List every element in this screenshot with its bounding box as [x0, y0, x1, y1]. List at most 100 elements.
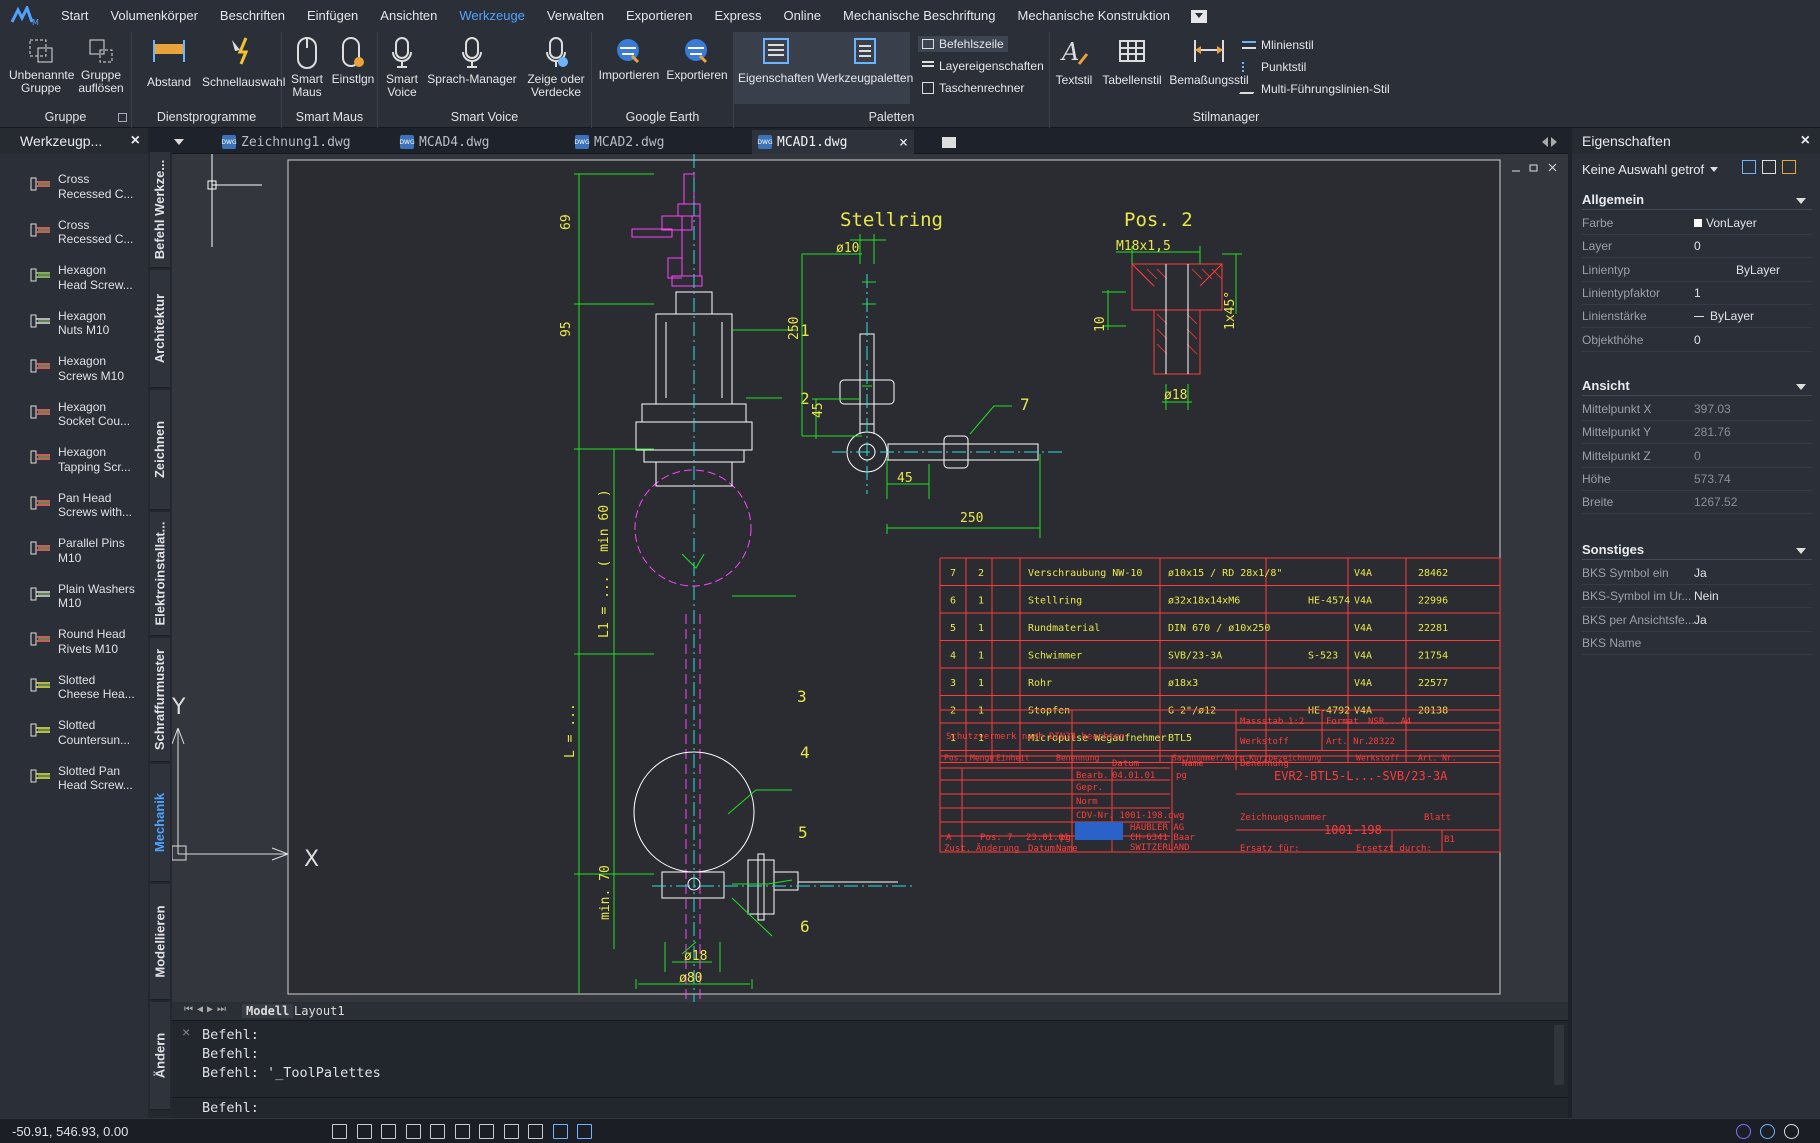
tab-layout1[interactable]: Layout1 [294, 1004, 345, 1018]
sb-logo-icon[interactable] [1736, 1124, 1751, 1139]
palette-tab[interactable]: Zeichnen [150, 390, 170, 510]
property-row[interactable]: Linientypfaktor 1 [1582, 282, 1812, 305]
tmode-icon[interactable] [552, 1124, 568, 1139]
property-row[interactable]: BKS per Ansichtsfe... Ja [1582, 609, 1812, 632]
text-style-button[interactable]: A Textstil [1054, 36, 1094, 87]
layer-properties-button[interactable]: Layereigenschaften [922, 59, 1044, 73]
menu-volumenkoerper[interactable]: Volumenkörper [99, 0, 208, 32]
menu-einfuegen[interactable]: Einfügen [296, 0, 369, 32]
dim-style-button[interactable]: Bemaßungsstil [1168, 36, 1250, 87]
mouse-settings-button[interactable]: Einstlgn [330, 36, 376, 86]
command-scrollbar[interactable] [1554, 1025, 1564, 1085]
palette-tab[interactable]: Modellieren [150, 884, 170, 1000]
osnap-icon[interactable] [430, 1124, 445, 1139]
voice-manager-button[interactable]: Sprach-Manager [426, 36, 518, 86]
settings-icon[interactable] [1760, 1124, 1775, 1139]
unnamed-group-button[interactable]: Unbenannte Gruppe [6, 36, 76, 95]
ungroup-button[interactable]: Gruppe auflösen [72, 36, 130, 95]
toggle-pickadd-icon[interactable] [1742, 160, 1756, 174]
property-row[interactable]: BKS Symbol ein Ja [1582, 562, 1812, 585]
tool-item[interactable]: Pan Head Screws with... [30, 491, 138, 520]
drawing-canvas[interactable]: 69 95 L1 = ... ( min 60 ) L = ... min. 7… [172, 154, 1568, 1002]
dynucs-icon[interactable] [479, 1124, 494, 1139]
menu-beschriften[interactable]: Beschriften [209, 0, 296, 32]
tool-item[interactable]: Slotted Cheese Hea... [30, 673, 138, 702]
property-row[interactable]: Linienstärke ByLayer [1582, 305, 1812, 329]
select-objects-icon[interactable] [1762, 160, 1776, 174]
customize-icon[interactable] [1784, 1124, 1799, 1139]
property-row[interactable]: Breite 1267.52 [1582, 491, 1812, 515]
tool-item[interactable]: Cross Recessed C... [30, 218, 138, 247]
property-row[interactable]: Höhe 573.74 [1582, 468, 1812, 491]
palette-tab[interactable]: Befehl Werkze... [150, 152, 170, 268]
properties-palette-button[interactable]: Eigenschaften [736, 36, 816, 85]
property-row[interactable]: Objekthöhe 0 [1582, 329, 1812, 352]
selection-dropdown[interactable]: Keine Auswahl getrof [1582, 162, 1719, 177]
layout-nav-icon[interactable]: ⏮◀▶⏭ [184, 1004, 230, 1015]
tool-item[interactable]: Hexagon Tapping Scr... [30, 445, 138, 474]
tool-palettes-button[interactable]: Werkzeugpaletten [816, 36, 914, 85]
menu-werkzeuge[interactable]: Werkzeuge [448, 0, 536, 32]
otrack-icon[interactable] [454, 1124, 470, 1139]
tab-modell[interactable]: Modell [242, 1004, 294, 1018]
property-row[interactable]: Layer 0 [1582, 235, 1812, 259]
tool-item[interactable]: Round Head Rivets M10 [30, 627, 138, 656]
menu-express[interactable]: Express [703, 0, 772, 32]
snap-icon[interactable] [356, 1124, 372, 1139]
property-row[interactable]: Farbe VonLayer [1582, 212, 1812, 235]
property-row[interactable]: Linientyp ByLayer [1582, 259, 1812, 282]
tab-mcad1[interactable]: DWG MCAD1.dwg × [752, 130, 914, 154]
import-button[interactable]: Importieren [596, 36, 662, 82]
app-logo-icon[interactable]: M [0, 0, 50, 32]
property-row[interactable]: Mittelpunkt Z 0 [1582, 445, 1812, 468]
qp-icon[interactable] [577, 1124, 592, 1139]
calculator-button[interactable]: Taschenrechner [922, 81, 1024, 95]
tool-item[interactable]: Hexagon Screws M10 [30, 354, 138, 383]
show-hide-button[interactable]: Zeige oder Verdecke [522, 36, 590, 99]
tool-item[interactable]: Plain Washers M10 [30, 582, 138, 611]
tool-item[interactable]: Slotted Countersun... [30, 718, 138, 747]
ortho-icon[interactable] [381, 1124, 396, 1139]
tool-item[interactable]: Parallel Pins M10 [30, 536, 138, 565]
menu-online[interactable]: Online [772, 0, 832, 32]
property-row[interactable]: BKS Name [1582, 632, 1812, 655]
section-ansicht[interactable]: Ansicht [1582, 378, 1812, 396]
smart-mouse-button[interactable]: Smart Maus [286, 36, 328, 99]
tool-item[interactable]: Hexagon Nuts M10 [30, 309, 138, 338]
table-style-button[interactable]: Tabellenstil [1096, 36, 1168, 87]
multileader-style-button[interactable]: Multi-Führungslinien-Stil [1239, 82, 1390, 96]
property-row[interactable]: BKS-Symbol im Ur... Nein [1582, 585, 1812, 609]
close-icon[interactable]: × [182, 1024, 190, 1040]
command-line-toggle[interactable]: Befehlszeile [918, 36, 1008, 52]
panel-arrows-icon[interactable] [1542, 130, 1557, 154]
menu-start[interactable]: Start [50, 0, 99, 32]
tab-mcad4[interactable]: DWG MCAD4.dwg [399, 130, 489, 154]
tab-mcad2[interactable]: DWG MCAD2.dwg [574, 130, 664, 154]
new-tab-icon[interactable] [942, 130, 956, 154]
tool-item[interactable]: Cross Recessed C... [30, 172, 138, 201]
ribbon-toggle-icon[interactable] [1191, 9, 1207, 23]
grid-icon[interactable] [332, 1124, 347, 1139]
tab-menu-icon[interactable] [172, 130, 192, 154]
tool-item[interactable]: Hexagon Socket Cou... [30, 400, 138, 429]
point-style-button[interactable]: Punktstil [1242, 60, 1306, 74]
section-allgemein[interactable]: Allgemein [1582, 192, 1812, 210]
dyn-icon[interactable] [503, 1124, 519, 1139]
tab-zeichnung1[interactable]: DWG Zeichnung1.dwg [221, 130, 350, 154]
palette-tab[interactable]: Schraffurmuster [150, 638, 170, 762]
export-button[interactable]: Exportieren [662, 36, 732, 82]
menu-ansichten[interactable]: Ansichten [369, 0, 448, 32]
menu-mech-konstruktion[interactable]: Mechanische Konstruktion [1007, 0, 1181, 32]
close-icon[interactable]: × [1801, 132, 1810, 150]
tool-item[interactable]: Hexagon Head Screw... [30, 263, 138, 292]
command-input[interactable]: Befehl: [172, 1097, 1568, 1116]
palette-tab[interactable]: Elektroinstallat... [150, 512, 170, 636]
palette-tab[interactable]: Mechanik [150, 764, 170, 882]
menu-verwalten[interactable]: Verwalten [536, 0, 615, 32]
quick-select-button[interactable]: Schnellauswahl [202, 36, 285, 89]
menu-mech-beschriftung[interactable]: Mechanische Beschriftung [832, 0, 1006, 32]
mline-style-button[interactable]: Mlinienstil [1242, 38, 1314, 52]
close-tab-icon[interactable]: × [899, 133, 908, 151]
menu-exportieren[interactable]: Exportieren [615, 0, 703, 32]
property-row[interactable]: Mittelpunkt X 397.03 [1582, 398, 1812, 421]
